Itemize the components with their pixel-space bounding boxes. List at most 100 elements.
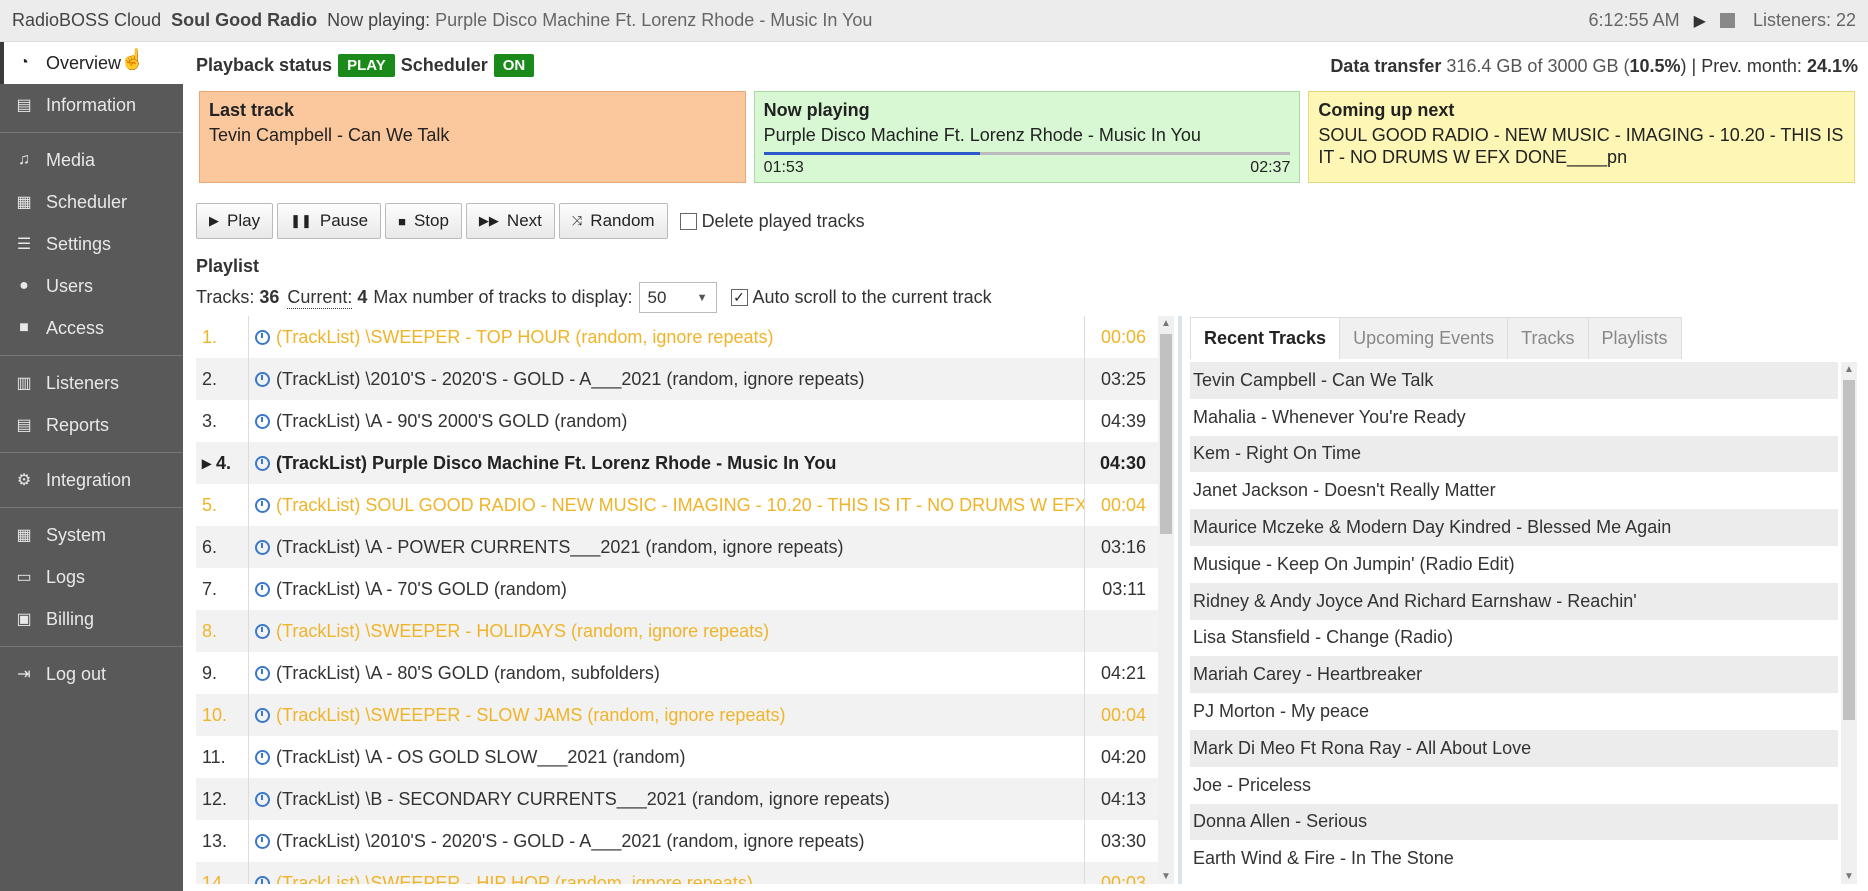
tab-upcoming-events[interactable]: Upcoming Events — [1339, 317, 1509, 359]
mouse-cursor-icon: ☝ — [120, 49, 145, 71]
stop-icon[interactable] — [1719, 13, 1735, 28]
playlist-row[interactable]: 1. (TrackList) \SWEEPER - TOP HOUR (rando… — [196, 316, 1158, 358]
track-name-cell: (TrackList) \SWEEPER - HOLIDAYS (random,… — [249, 610, 1084, 652]
recent-track-item[interactable]: Kem - Right On Time — [1190, 435, 1838, 473]
track-number: 12. — [196, 778, 249, 820]
recent-track-item[interactable]: Tevin Campbell - Can We Talk — [1190, 362, 1838, 399]
playlist-scrollbar-thumb[interactable] — [1160, 334, 1172, 534]
playlist-row[interactable]: 3. (TrackList) \A - 90'S 2000'S GOLD (ran… — [196, 400, 1158, 442]
next-button-label: Next — [506, 211, 542, 230]
sidebar-item-system[interactable]: ▦ System — [0, 514, 183, 556]
sidebar-item-users[interactable]: ● Users — [0, 265, 183, 307]
scroll-down-icon[interactable]: ▼ — [1158, 871, 1174, 882]
play-button[interactable]: ▶ Play — [196, 203, 274, 239]
recent-track-item[interactable]: Ridney & Andy Joyce And Richard Earnshaw… — [1190, 582, 1838, 620]
auto-scroll-option[interactable]: ✓ Auto scroll to the current track — [730, 287, 992, 308]
sidebar-item-label: Integration — [46, 469, 132, 490]
recent-track-item[interactable]: Joe - Priceless — [1190, 767, 1838, 804]
stop-button[interactable]: ■ Stop — [385, 203, 462, 239]
recent-track-item[interactable]: Earth Wind & Fire - In The Stone — [1190, 840, 1838, 877]
playlist-row[interactable]: 5. (TrackList) SOUL GOOD RADIO - NEW MUSI… — [196, 484, 1158, 526]
delete-played-label: Delete played tracks — [701, 210, 865, 231]
recent-track-item[interactable]: PJ Morton - My peace — [1190, 693, 1838, 730]
track-duration: 04:20 — [1084, 736, 1158, 778]
recent-track-item[interactable]: Janet Jackson - Doesn't Really Matter — [1190, 472, 1838, 509]
playback-progress-bar[interactable] — [763, 151, 1291, 155]
sidebar-item-settings[interactable]: ☰ Settings — [0, 223, 183, 265]
delete-played-checkbox[interactable] — [679, 212, 697, 230]
pause-button[interactable]: ❚❚ Pause — [277, 203, 382, 239]
sidebar-item-label: Log out — [46, 663, 107, 684]
track-duration: 04:30 — [1084, 442, 1158, 484]
track-name-cell: (TrackList) \A - OS GOLD SLOW___2021 (ra… — [249, 736, 1084, 778]
clock-icon — [255, 413, 270, 429]
track-number: 9. — [196, 652, 249, 694]
book-icon: ▤ — [16, 97, 32, 114]
tab-recent-tracks[interactable]: Recent Tracks — [1190, 317, 1341, 359]
tab-playlists[interactable]: Playlists — [1587, 317, 1682, 359]
max-tracks-select[interactable]: 50 ▼ — [638, 282, 717, 313]
auto-scroll-checkbox[interactable]: ✓ — [730, 289, 748, 306]
max-tracks-label: Max number of tracks to display: — [373, 287, 633, 307]
sidebar-item-label: Access — [46, 317, 105, 338]
track-name-cell: (TrackList) SOUL GOOD RADIO - NEW MUSIC … — [249, 484, 1084, 526]
money-icon: ▣ — [16, 611, 32, 628]
recent-track-item[interactable]: Mark Di Meo Ft Rona Ray - All About Love — [1190, 729, 1838, 767]
play-icon[interactable]: ▶ — [1694, 11, 1706, 31]
scroll-up-icon[interactable]: ▲ — [1158, 318, 1174, 329]
sidebar-item-label: Users — [46, 275, 94, 296]
track-name-cell: (TrackList) \2010'S - 2020'S - GOLD - A_… — [249, 820, 1084, 862]
recent-tracks-scrollbar-thumb[interactable] — [1843, 380, 1855, 720]
sidebar-item-overview[interactable]: ◔ Overview — [0, 42, 183, 84]
playlist-row[interactable]: 7. (TrackList) \A - 70'S GOLD (random) 03:… — [196, 568, 1158, 610]
track-duration: 03:25 — [1084, 358, 1158, 400]
playlist-scrollbar[interactable]: ▲ ▼ — [1158, 316, 1174, 884]
playlist-row[interactable]: ▸ 4. (TrackList) Purple Disco Machine Ft.… — [196, 442, 1158, 484]
next-button[interactable]: ▶▶ Next — [465, 203, 555, 239]
recent-track-item[interactable]: Lisa Stansfield - Change (Radio) — [1190, 620, 1838, 657]
sidebar-divider — [0, 132, 183, 133]
playlist-row[interactable]: 6. (TrackList) \A - POWER CURRENTS___2021… — [196, 526, 1158, 568]
sidebar-item-log-out[interactable]: ⇥ Log out — [0, 653, 183, 695]
playlist-row[interactable]: 9. (TrackList) \A - 80'S GOLD (random, su… — [196, 652, 1158, 694]
recent-track-item[interactable]: Musique - Keep On Jumpin' (Radio Edit) — [1190, 546, 1838, 583]
sidebar-item-scheduler[interactable]: ▦ Scheduler — [0, 181, 183, 223]
sidebar-item-billing[interactable]: ▣ Billing — [0, 598, 183, 640]
gears-icon: ⚙ — [16, 472, 32, 489]
tab-tracks[interactable]: Tracks — [1507, 317, 1589, 359]
playlist-row[interactable]: 14. (TrackList) \SWEEPER - HIP HOP (rando… — [196, 862, 1158, 884]
recent-tracks-scrollbar[interactable]: ▲ ▼ — [1841, 362, 1857, 884]
sidebar-item-media[interactable]: ♫ Media — [0, 139, 183, 181]
sidebar-item-access[interactable]: ■ Access — [0, 307, 183, 349]
track-name: (TrackList) SOUL GOOD RADIO - NEW MUSIC … — [276, 494, 1084, 515]
recent-track-item[interactable]: Mariah Carey - Heartbreaker — [1190, 656, 1838, 694]
recent-track-item[interactable]: Mahalia - Whenever You're Ready — [1190, 399, 1838, 436]
playlist-row[interactable]: 10. (TrackList) \SWEEPER - SLOW JAMS (ran… — [196, 694, 1158, 736]
recent-track-item[interactable]: Donna Allen - Serious — [1190, 803, 1838, 841]
playlist-row[interactable]: 12. (TrackList) \B - SECONDARY CURRENTS__… — [196, 778, 1158, 820]
recent-track-item[interactable]: Maurice Mczeke & Modern Day Kindred - Bl… — [1190, 509, 1838, 546]
clock-icon — [255, 581, 270, 597]
pause-icon: ❚❚ — [290, 213, 312, 228]
sidebar-item-logs[interactable]: ▭ Logs — [0, 556, 183, 598]
sidebar-item-integration[interactable]: ⚙ Integration — [0, 459, 183, 501]
sidebar-item-listeners[interactable]: ▥ Listeners — [0, 362, 183, 404]
sidebar-item-reports[interactable]: ▤ Reports — [0, 404, 183, 446]
playlist-row[interactable]: 8. (TrackList) \SWEEPER - HOLIDAYS (rando… — [196, 610, 1158, 652]
random-button[interactable]: ⤨ Random — [558, 203, 668, 239]
scroll-down-icon[interactable]: ▼ — [1841, 871, 1857, 882]
track-duration: 04:21 — [1084, 652, 1158, 694]
playlist-row[interactable]: 2. (TrackList) \2010'S - 2020'S - GOLD - … — [196, 358, 1158, 400]
sidebar-item-information[interactable]: ▤ Information — [0, 84, 183, 126]
playback-status-label: Playback status — [196, 55, 333, 75]
logout-icon: ⇥ — [17, 666, 31, 683]
playlist-row[interactable]: 13. (TrackList) \2010'S - 2020'S - GOLD -… — [196, 820, 1158, 862]
delete-played-tracks-option[interactable]: Delete played tracks — [679, 210, 865, 232]
scroll-up-icon[interactable]: ▲ — [1841, 364, 1857, 375]
playlist-row[interactable]: 11. (TrackList) \A - OS GOLD SLOW___2021 … — [196, 736, 1158, 778]
clock-icon — [255, 791, 270, 807]
status-row: Playback status PLAY Scheduler ON — [196, 54, 540, 77]
panel-splitter[interactable] — [1178, 316, 1182, 884]
track-name-cell: (TrackList) Purple Disco Machine Ft. Lor… — [249, 442, 1084, 484]
track-name: (TrackList) \SWEEPER - HOLIDAYS (random,… — [276, 620, 770, 641]
